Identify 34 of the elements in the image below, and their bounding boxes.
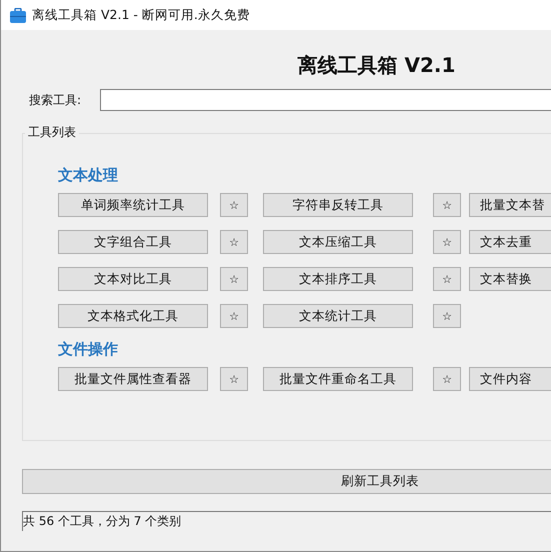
tool-button[interactable]: 文字组合工具 <box>58 230 208 254</box>
tool-button[interactable]: 文本压缩工具 <box>263 230 413 254</box>
favorite-button[interactable]: ☆ <box>220 230 248 254</box>
favorite-button[interactable]: ☆ <box>433 304 461 328</box>
favorite-button[interactable]: ☆ <box>220 304 248 328</box>
favorite-button[interactable]: ☆ <box>220 267 248 291</box>
category-heading: 文本处理 <box>58 166 119 186</box>
category-heading: 文件操作 <box>58 340 119 360</box>
tool-button[interactable]: 文本替换 <box>469 267 551 291</box>
tool-button[interactable]: 批量文件重命名工具 <box>263 367 413 391</box>
search-label: 搜索工具: <box>28 92 82 108</box>
tool-button[interactable]: 文本排序工具 <box>263 267 413 291</box>
tool-button[interactable]: 文本格式化工具 <box>58 304 208 328</box>
favorite-button[interactable]: ☆ <box>433 193 461 217</box>
tool-button[interactable]: 文件内容 <box>469 367 551 391</box>
tool-button[interactable]: 文本统计工具 <box>263 304 413 328</box>
tool-button[interactable]: 文本对比工具 <box>58 267 208 291</box>
favorite-button[interactable]: ☆ <box>220 193 248 217</box>
favorite-button[interactable]: ☆ <box>220 367 248 391</box>
status-bar: 共 56 个工具，分为 7 个类别 <box>22 511 551 531</box>
favorite-button[interactable]: ☆ <box>433 367 461 391</box>
tool-button[interactable]: 批量文本替 <box>469 193 551 217</box>
window-title: 离线工具箱 V2.1 - 断网可用.永久免费 <box>32 6 250 24</box>
panel-title: 工具列表 <box>25 124 79 141</box>
tool-button[interactable]: 单词频率统计工具 <box>58 193 208 217</box>
refresh-button[interactable]: 刷新工具列表 <box>22 469 551 494</box>
favorite-button[interactable]: ☆ <box>433 230 461 254</box>
app-heading: 离线工具箱 V2.1 <box>296 52 456 79</box>
tool-button[interactable]: 字符串反转工具 <box>263 193 413 217</box>
tool-button[interactable]: 批量文件属性查看器 <box>58 367 208 391</box>
favorite-button[interactable]: ☆ <box>433 267 461 291</box>
briefcase-icon <box>10 8 26 22</box>
tool-button[interactable]: 文本去重 <box>469 230 551 254</box>
search-field[interactable] <box>100 89 551 111</box>
